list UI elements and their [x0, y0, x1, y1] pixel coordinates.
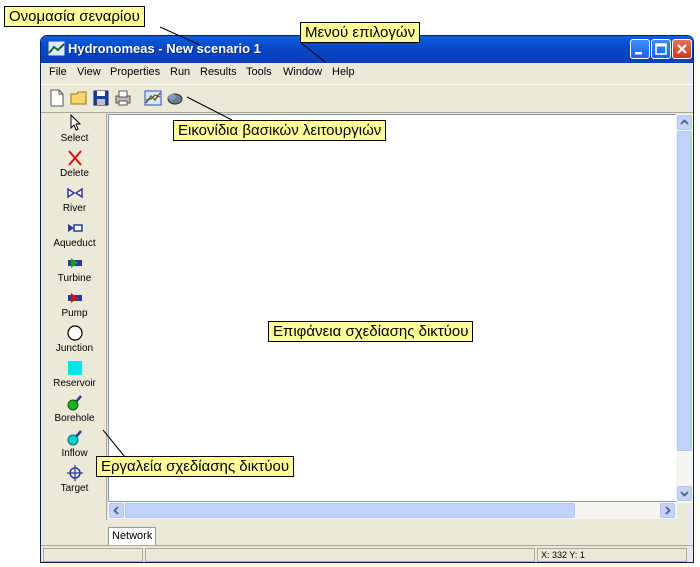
menu-results[interactable]: Results	[200, 66, 237, 78]
menu-properties[interactable]: Properties	[110, 66, 160, 78]
tool-turbine[interactable]: Turbine	[43, 254, 106, 289]
menu-help[interactable]: Help	[332, 66, 355, 78]
cloud-button[interactable]	[165, 88, 185, 108]
menu-run[interactable]: Run	[170, 66, 190, 78]
menu-file[interactable]: File	[49, 66, 67, 78]
window-title: Hydronomeas - New scenario 1	[68, 41, 261, 56]
delete-x-icon	[68, 150, 82, 166]
tool-select[interactable]: Select	[43, 114, 106, 149]
reservoir-square-icon	[68, 361, 82, 375]
horizontal-scrollbar[interactable]	[108, 502, 677, 519]
chevron-right-icon	[665, 506, 671, 515]
chevron-up-icon	[680, 119, 689, 125]
status-panel-1	[43, 548, 143, 562]
menu-bar: File View Properties Run Results Tools W…	[41, 63, 693, 83]
vertical-scroll-thumb[interactable]	[677, 131, 692, 451]
status-coords: X: 332 Y: 1	[537, 548, 687, 562]
aqueduct-icon	[68, 224, 83, 232]
tool-pump-label: Pump	[61, 308, 88, 319]
app-window: Hydronomeas - New scenario 1 File View P…	[40, 35, 694, 563]
network-graph-button[interactable]	[143, 88, 163, 108]
horizontal-scroll-thumb[interactable]	[125, 503, 575, 518]
open-button[interactable]	[69, 88, 89, 108]
close-button[interactable]	[672, 39, 692, 59]
tool-junction[interactable]: Junction	[43, 324, 106, 359]
target-icon	[67, 465, 83, 481]
scroll-down-button[interactable]	[677, 486, 692, 501]
menu-tools[interactable]: Tools	[246, 66, 272, 78]
menu-view[interactable]: View	[77, 66, 101, 78]
callout-options-menu: Μενού επιλογών	[300, 22, 421, 43]
menu-window[interactable]: Window	[283, 66, 322, 78]
tool-select-label: Select	[60, 133, 89, 144]
vertical-scrollbar[interactable]	[676, 114, 693, 503]
minimize-icon	[635, 52, 642, 55]
save-icon	[93, 90, 109, 106]
callout-drawing-surface: Επιφάνεια σχεδίασης δικτύου	[268, 321, 474, 342]
pump-icon	[68, 293, 82, 303]
maximize-button[interactable]	[651, 39, 671, 59]
status-panel-2	[145, 548, 535, 562]
tool-reservoir[interactable]: Reservoir	[43, 359, 106, 394]
drawing-canvas[interactable]	[108, 114, 677, 502]
callout-scenario-name: Ονομασία σεναρίου	[4, 6, 145, 27]
new-file-icon	[50, 89, 64, 107]
status-bar: X: 332 Y: 1	[41, 545, 693, 562]
tool-target-label: Target	[60, 483, 89, 494]
river-icon	[67, 187, 83, 199]
scroll-left-button[interactable]	[109, 503, 124, 518]
tool-junction-label: Junction	[55, 343, 94, 354]
tool-pump[interactable]: Pump	[43, 289, 106, 324]
chevron-down-icon	[680, 491, 689, 497]
tool-delete[interactable]: Delete	[43, 149, 106, 184]
save-button[interactable]	[91, 88, 111, 108]
chevron-left-icon	[113, 506, 119, 515]
network-graph-icon	[144, 90, 162, 106]
tool-aqueduct[interactable]: Aqueduct	[43, 219, 106, 254]
maximize-icon	[655, 43, 667, 55]
tool-borehole-label: Borehole	[54, 413, 95, 424]
tool-delete-label: Delete	[60, 168, 89, 179]
tab-network[interactable]: Network	[108, 527, 157, 546]
tool-reservoir-label: Reservoir	[53, 378, 96, 389]
tool-borehole[interactable]: Borehole	[43, 394, 106, 429]
print-button[interactable]	[113, 88, 133, 108]
tool-aqueduct-label: Aqueduct	[53, 238, 96, 249]
junction-circle-icon	[67, 325, 83, 341]
tool-turbine-label: Turbine	[57, 273, 92, 284]
borehole-icon	[67, 395, 82, 411]
print-icon	[115, 90, 131, 106]
toolbar	[41, 84, 693, 113]
open-folder-icon	[70, 91, 87, 105]
close-icon	[677, 44, 687, 54]
new-file-button[interactable]	[47, 88, 67, 108]
callout-toolbar-icons: Εικονίδια βασικών λειτουργιών	[173, 120, 387, 141]
cursor-arrow-icon	[70, 114, 82, 131]
scroll-right-button[interactable]	[660, 503, 675, 518]
scroll-up-button[interactable]	[677, 115, 692, 130]
cloud-icon	[167, 93, 183, 105]
app-icon	[48, 41, 65, 56]
minimize-button[interactable]	[630, 39, 650, 59]
tool-river-label: River	[62, 203, 87, 214]
turbine-icon	[68, 258, 82, 268]
callout-drawing-tools: Εργαλεία σχεδίασης δικτύου	[96, 456, 295, 477]
inflow-icon	[67, 430, 82, 446]
tool-river[interactable]: River	[43, 184, 106, 219]
